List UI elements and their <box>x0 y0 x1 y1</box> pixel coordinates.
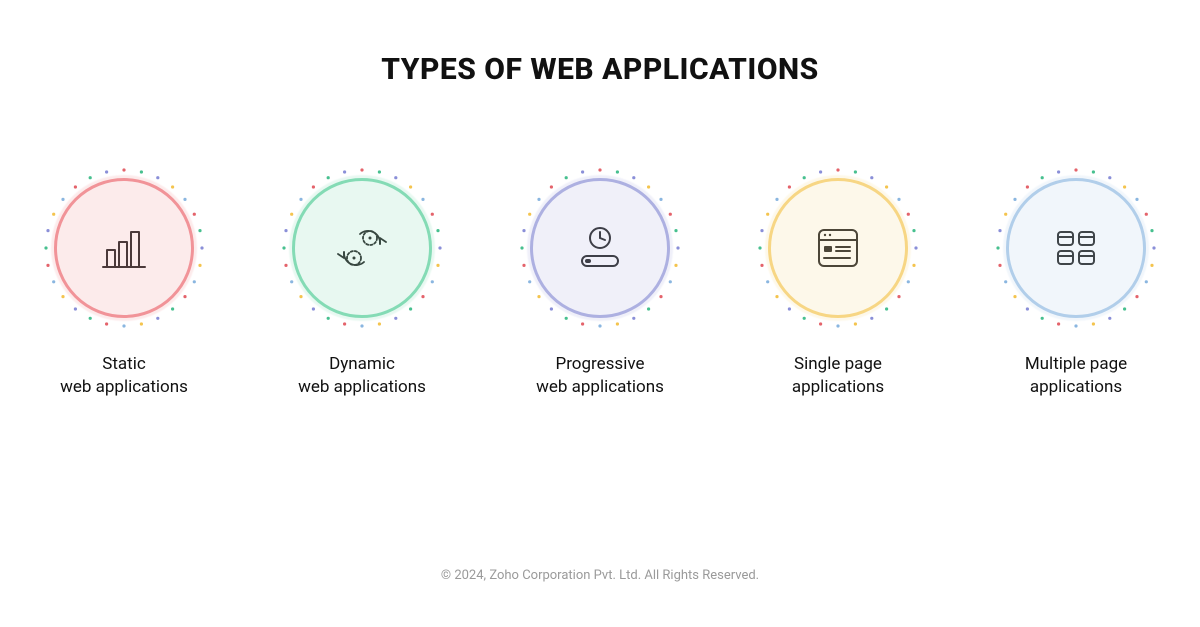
circle-wrap <box>43 167 205 329</box>
circle-halo <box>527 175 673 321</box>
item-label: Multiple page applications <box>1025 353 1127 399</box>
item-single-page: Single page applications <box>753 167 923 399</box>
item-label: Static web applications <box>60 353 188 399</box>
items-row: Static web applications Dynamic web appl… <box>39 167 1161 399</box>
item-progressive: Progressive web applications <box>515 167 685 399</box>
circle-halo <box>1003 175 1149 321</box>
item-static: Static web applications <box>39 167 209 399</box>
circle-wrap <box>995 167 1157 329</box>
circle-wrap <box>757 167 919 329</box>
circle-wrap <box>519 167 681 329</box>
circle-halo <box>51 175 197 321</box>
copyright-footer: © 2024, Zoho Corporation Pvt. Ltd. All R… <box>0 568 1200 583</box>
item-multiple-page: Multiple page applications <box>991 167 1161 399</box>
item-dynamic: Dynamic web applications <box>277 167 447 399</box>
circle-wrap <box>281 167 443 329</box>
item-label: Progressive web applications <box>536 353 664 399</box>
circle-halo <box>765 175 911 321</box>
item-label: Single page applications <box>792 353 884 399</box>
page-title: TYPES OF WEB APPLICATIONS <box>381 52 819 87</box>
circle-halo <box>289 175 435 321</box>
item-label: Dynamic web applications <box>298 353 426 399</box>
